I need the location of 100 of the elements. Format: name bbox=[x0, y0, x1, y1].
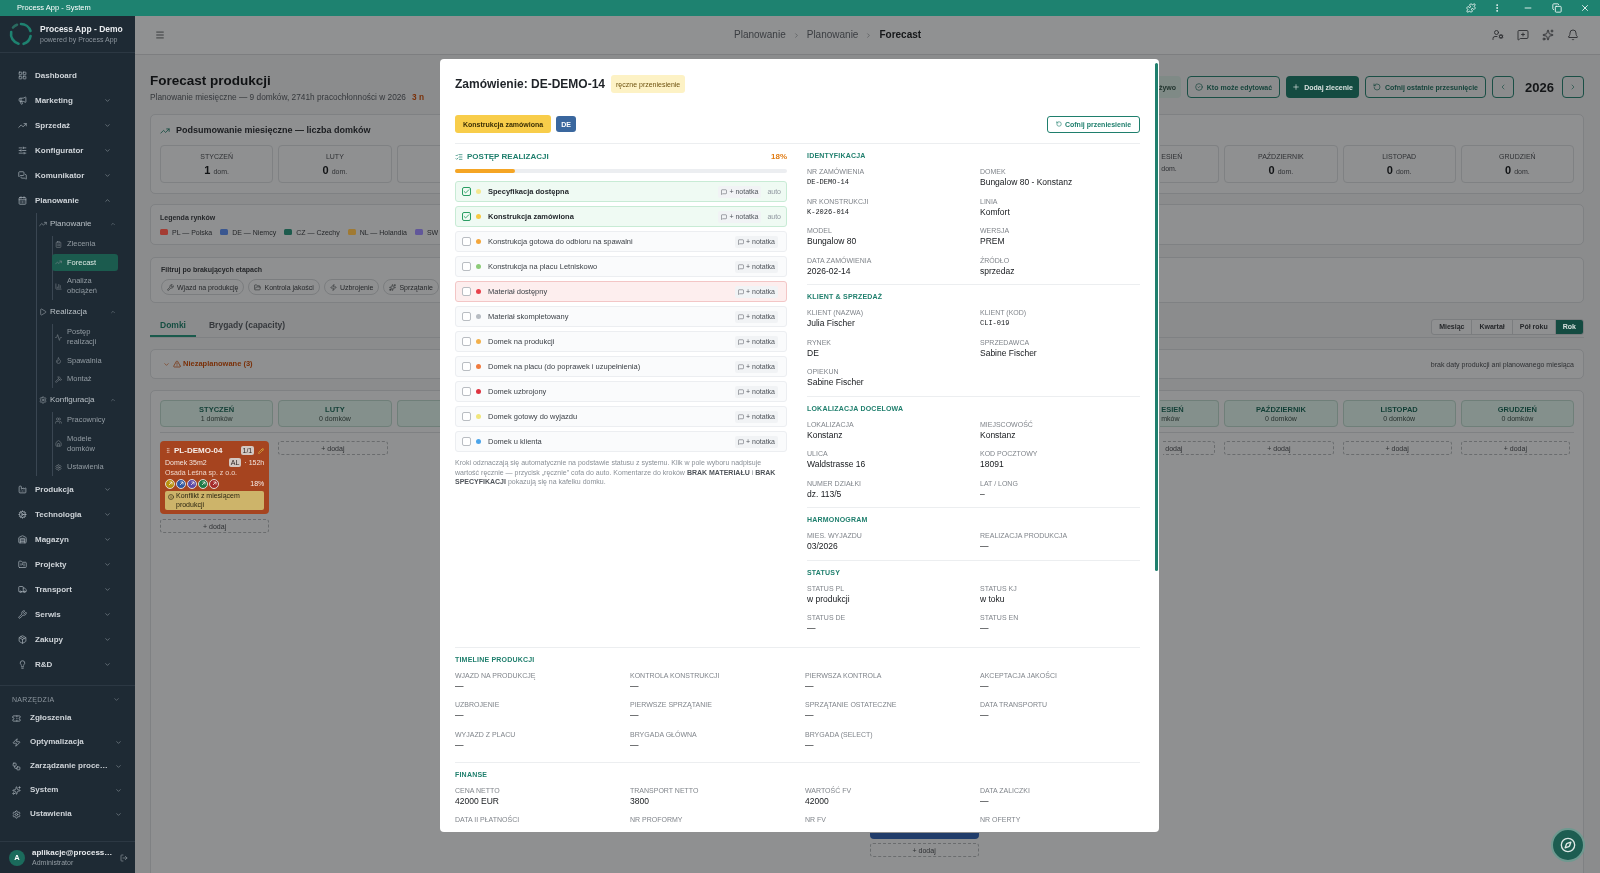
field-value: Julia Fischer bbox=[807, 318, 856, 329]
calendar-icon bbox=[18, 196, 27, 205]
trend-icon bbox=[55, 259, 62, 266]
previous-year-button[interactable] bbox=[1492, 76, 1514, 98]
checkbox[interactable] bbox=[462, 362, 471, 371]
field-value: — bbox=[980, 680, 990, 692]
scrollbar-thumb[interactable] bbox=[1155, 63, 1158, 571]
checkbox[interactable] bbox=[462, 262, 471, 271]
field-value: Bungalow 80 bbox=[807, 236, 858, 247]
tab[interactable]: Brygady (capacity) bbox=[199, 316, 296, 337]
field-value: — bbox=[980, 541, 990, 552]
comment-icon bbox=[738, 288, 744, 295]
nav-item[interactable]: Dashboard bbox=[8, 63, 127, 88]
breadcrumb-link[interactable]: Planowanie bbox=[806, 30, 859, 40]
breadcrumb-link[interactable]: Planowanie bbox=[734, 30, 786, 40]
megaphone-icon bbox=[18, 96, 27, 105]
comment-icon bbox=[721, 213, 728, 220]
menu-icon[interactable] bbox=[155, 30, 165, 40]
warehouse-icon bbox=[18, 535, 27, 544]
nav-item[interactable]: Serwis bbox=[8, 602, 127, 627]
wrench-icon bbox=[167, 283, 174, 291]
nav-item[interactable]: Sprzedaż bbox=[8, 113, 127, 138]
stage-icon[interactable] bbox=[176, 478, 186, 489]
workflow-icon bbox=[12, 761, 21, 771]
chevron-down-icon[interactable] bbox=[163, 360, 170, 368]
field-value: PREM bbox=[980, 236, 1006, 247]
nav-item[interactable]: Projekty bbox=[8, 552, 127, 577]
nav-item[interactable]: Magazyn bbox=[8, 527, 127, 552]
nav-item[interactable]: Technologia bbox=[8, 502, 127, 527]
nav-item[interactable]: Produkcja bbox=[8, 477, 127, 502]
stage-icon[interactable] bbox=[187, 478, 197, 489]
nav-item[interactable]: Realizacja bbox=[37, 301, 116, 322]
sliders-icon bbox=[18, 146, 27, 155]
nav-item[interactable]: Zarządzanie proce… bbox=[4, 754, 131, 778]
nav-item[interactable]: R&D bbox=[8, 652, 127, 677]
comment-icon bbox=[738, 363, 744, 370]
breadcrumb-current: Forecast bbox=[879, 30, 922, 40]
pulse-icon bbox=[55, 333, 62, 341]
field-value: — bbox=[805, 680, 815, 692]
checkbox[interactable] bbox=[462, 237, 471, 246]
user-settings-icon[interactable] bbox=[1492, 29, 1504, 41]
nav-item[interactable]: Planowanie bbox=[37, 213, 116, 234]
month-header bbox=[396, 400, 441, 427]
checkbox[interactable] bbox=[462, 212, 471, 221]
field-value: 42000 bbox=[805, 795, 830, 807]
stage-icon[interactable] bbox=[165, 478, 175, 489]
comment-icon bbox=[738, 413, 744, 420]
checkmark-icon bbox=[463, 213, 470, 220]
restore-icon[interactable] bbox=[1552, 3, 1562, 13]
next-year-button[interactable] bbox=[1562, 76, 1584, 98]
app-name: Process App - Demo bbox=[40, 24, 123, 35]
checkbox[interactable] bbox=[462, 387, 471, 396]
checkbox[interactable] bbox=[462, 412, 471, 421]
logout-icon[interactable] bbox=[120, 853, 128, 862]
field-value: — bbox=[980, 710, 990, 721]
gear-icon bbox=[18, 510, 27, 519]
bell-icon[interactable] bbox=[1567, 29, 1579, 41]
close-icon[interactable] bbox=[1580, 3, 1590, 13]
pencil-icon[interactable] bbox=[258, 447, 265, 454]
logo-icon bbox=[9, 22, 33, 46]
truck-icon bbox=[18, 585, 27, 594]
checkbox[interactable] bbox=[462, 312, 471, 321]
checkbox[interactable] bbox=[462, 187, 471, 196]
nav-item[interactable]: Konfigurator bbox=[8, 138, 127, 163]
trend-icon bbox=[160, 125, 170, 136]
wrench-icon bbox=[18, 610, 27, 619]
card-title: Podsumowanie miesięczne — liczba domków bbox=[176, 126, 371, 135]
nav-item[interactable]: Zakupy bbox=[8, 627, 127, 652]
nav-item[interactable]: Marketing bbox=[8, 88, 127, 113]
field-value: 42000 EUR bbox=[455, 795, 500, 807]
stage-icon[interactable] bbox=[198, 478, 208, 489]
chevron-right-icon bbox=[792, 31, 800, 39]
puzzle-icon[interactable] bbox=[1466, 3, 1476, 13]
nav-item[interactable]: Ustawienia bbox=[4, 802, 131, 826]
sparkle-icon[interactable] bbox=[1542, 29, 1554, 41]
checkbox[interactable] bbox=[462, 287, 471, 296]
plus-icon bbox=[1292, 83, 1301, 91]
undo-icon bbox=[1055, 121, 1062, 127]
stage-icon[interactable] bbox=[209, 478, 219, 489]
checkbox[interactable] bbox=[462, 437, 471, 446]
field-value: Konstanz bbox=[807, 429, 844, 441]
nav-item[interactable]: Optymalizacja bbox=[4, 730, 131, 754]
trend-icon bbox=[39, 219, 47, 228]
month-count: 1 bbox=[204, 164, 211, 176]
sparkle-icon bbox=[12, 785, 21, 795]
field-value: — bbox=[455, 680, 465, 692]
message-plus-icon[interactable] bbox=[1517, 29, 1529, 41]
checkbox[interactable] bbox=[462, 337, 471, 346]
nav-item[interactable]: Planowanie bbox=[8, 188, 127, 213]
comment-icon bbox=[721, 188, 728, 195]
nav-item[interactable]: Transport bbox=[8, 577, 127, 602]
nav-item[interactable]: System bbox=[4, 778, 131, 802]
nav-item[interactable]: Komunikator bbox=[8, 163, 127, 188]
nav-item[interactable]: Zgłoszenia bbox=[4, 706, 131, 730]
nav-item[interactable]: Konfiguracja bbox=[37, 389, 116, 410]
folder-icon bbox=[254, 283, 262, 291]
drag-handle-icon[interactable] bbox=[165, 447, 171, 454]
user-name: aplikacje@process… bbox=[32, 848, 113, 858]
field-value: w produkcji bbox=[807, 593, 851, 605]
chevron-down-icon[interactable] bbox=[113, 695, 120, 703]
